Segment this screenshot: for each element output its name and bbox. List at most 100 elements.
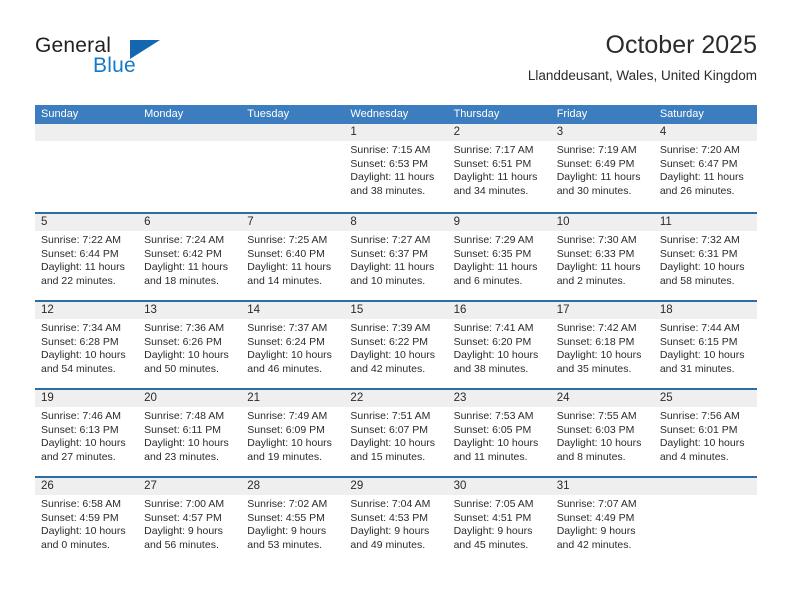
- day-cell[interactable]: 9 Sunrise: 7:29 AM Sunset: 6:35 PM Daylight…: [447, 214, 551, 300]
- daylight-text-line1: Daylight: 10 hours: [41, 525, 126, 538]
- day-cell[interactable]: 1 Sunrise: 7:15 AM Sunset: 6:53 PM Daylight…: [344, 124, 448, 212]
- daylight-text-line1: Daylight: 10 hours: [453, 437, 539, 450]
- sunrise-text: Sunrise: 7:53 AM: [453, 410, 534, 422]
- daylight-text-line1: Daylight: 10 hours: [350, 437, 436, 450]
- day-info: Sunrise: 7:34 AM Sunset: 6:28 PM Daylight:…: [35, 319, 138, 376]
- day-cell[interactable]: 24 Sunrise: 7:55 AM Sunset: 6:03 PM Dayligh…: [550, 390, 654, 476]
- day-number-strip: 25: [653, 390, 757, 407]
- day-cell[interactable]: 3 Sunrise: 7:19 AM Sunset: 6:49 PM Daylight…: [550, 124, 654, 212]
- sunset-text: Sunset: 4:57 PM: [144, 511, 222, 524]
- day-info: Sunrise: 7:55 AM Sunset: 6:03 PM Daylight:…: [551, 407, 654, 464]
- day-cell[interactable]: 21 Sunrise: 7:49 AM Sunset: 6:09 PM Dayligh…: [241, 390, 345, 476]
- day-number-strip: 16: [447, 302, 551, 319]
- sunrise-text: Sunrise: 7:42 AM: [556, 322, 637, 334]
- day-number: 17: [556, 304, 570, 316]
- day-cell[interactable]: 10 Sunrise: 7:30 AM Sunset: 6:33 PM Dayligh…: [550, 214, 654, 300]
- day-cell[interactable]: 23 Sunrise: 7:53 AM Sunset: 6:05 PM Dayligh…: [447, 390, 551, 476]
- daylight-text-line1: Daylight: 11 hours: [144, 261, 228, 274]
- sunset-text: Sunset: 4:59 PM: [41, 511, 119, 524]
- day-number: 20: [144, 392, 157, 404]
- calendar-week-row: 5 Sunrise: 7:22 AM Sunset: 6:44 PM Daylight…: [35, 212, 757, 300]
- day-cell[interactable]: 31 Sunrise: 7:07 AM Sunset: 4:49 PM Dayligh…: [550, 478, 654, 564]
- daylight-text-line2: and 22 minutes.: [41, 274, 116, 287]
- day-number-strip: 10: [550, 214, 654, 231]
- day-number-strip: [241, 124, 345, 141]
- sunrise-text: Sunrise: 7:37 AM: [247, 322, 328, 334]
- weekday-header-tuesday: Tuesday: [247, 108, 290, 120]
- daylight-text-line1: Daylight: 11 hours: [556, 261, 641, 274]
- daylight-text-line2: and 4 minutes.: [659, 450, 729, 463]
- sunrise-text: Sunrise: 7:00 AM: [144, 498, 225, 510]
- daylight-text-line1: Daylight: 10 hours: [41, 349, 126, 362]
- day-cell[interactable]: 12 Sunrise: 7:34 AM Sunset: 6:28 PM Dayligh…: [35, 302, 139, 388]
- day-cell[interactable]: 15 Sunrise: 7:39 AM Sunset: 6:22 PM Dayligh…: [344, 302, 448, 388]
- daylight-text-line1: Daylight: 10 hours: [659, 437, 745, 450]
- day-cell[interactable]: 20 Sunrise: 7:48 AM Sunset: 6:11 PM Dayligh…: [138, 390, 242, 476]
- day-number-strip: 20: [138, 390, 242, 407]
- day-number: 11: [659, 216, 672, 228]
- daylight-text-line2: and 50 minutes.: [144, 362, 219, 375]
- day-cell[interactable]: 25 Sunrise: 7:56 AM Sunset: 6:01 PM Dayligh…: [653, 390, 757, 476]
- day-info: Sunrise: 7:25 AM Sunset: 6:40 PM Daylight:…: [241, 231, 344, 288]
- day-cell[interactable]: 4 Sunrise: 7:20 AM Sunset: 6:47 PM Daylight…: [653, 124, 757, 212]
- day-cell[interactable]: 29 Sunrise: 7:04 AM Sunset: 4:53 PM Dayligh…: [344, 478, 448, 564]
- day-cell[interactable]: 14 Sunrise: 7:37 AM Sunset: 6:24 PM Dayligh…: [241, 302, 345, 388]
- sunrise-text: Sunrise: 7:24 AM: [144, 234, 225, 246]
- day-cell[interactable]: 27 Sunrise: 7:00 AM Sunset: 4:57 PM Dayligh…: [138, 478, 242, 564]
- day-number-strip: 19: [35, 390, 139, 407]
- day-number: 19: [41, 392, 54, 404]
- day-info: Sunrise: 7:07 AM Sunset: 4:49 PM Daylight:…: [551, 495, 654, 552]
- day-cell[interactable]: 18 Sunrise: 7:44 AM Sunset: 6:15 PM Dayligh…: [653, 302, 757, 388]
- day-info: Sunrise: 7:41 AM Sunset: 6:20 PM Daylight:…: [448, 319, 551, 376]
- sunset-text: Sunset: 6:20 PM: [453, 335, 532, 348]
- sunrise-text: Sunrise: 7:51 AM: [350, 410, 431, 422]
- sunset-text: Sunset: 6:13 PM: [41, 423, 119, 436]
- day-cell[interactable]: 7 Sunrise: 7:25 AM Sunset: 6:40 PM Daylight…: [241, 214, 345, 300]
- day-number: 16: [453, 304, 467, 316]
- daylight-text-line2: and 35 minutes.: [556, 362, 632, 375]
- sunset-text: Sunset: 6:01 PM: [659, 423, 738, 436]
- day-cell[interactable]: 13 Sunrise: 7:36 AM Sunset: 6:26 PM Dayligh…: [138, 302, 242, 388]
- day-cell[interactable]: 5 Sunrise: 7:22 AM Sunset: 6:44 PM Daylight…: [35, 214, 139, 300]
- day-cell[interactable]: 22 Sunrise: 7:51 AM Sunset: 6:07 PM Dayligh…: [344, 390, 448, 476]
- general-blue-logo[interactable]: General Blue: [35, 34, 235, 86]
- daylight-text-line2: and 56 minutes.: [144, 538, 219, 551]
- day-cell[interactable]: 30 Sunrise: 7:05 AM Sunset: 4:51 PM Dayligh…: [447, 478, 551, 564]
- day-info: Sunrise: 7:15 AM Sunset: 6:53 PM Daylight:…: [344, 141, 447, 198]
- day-cell[interactable]: 6 Sunrise: 7:24 AM Sunset: 6:42 PM Daylight…: [138, 214, 242, 300]
- day-info: Sunrise: 6:58 AM Sunset: 4:59 PM Daylight:…: [35, 495, 138, 552]
- day-number: 27: [144, 480, 157, 492]
- daylight-text-line1: Daylight: 11 hours: [350, 171, 435, 184]
- day-info: Sunrise: 7:29 AM Sunset: 6:35 PM Daylight:…: [448, 231, 551, 288]
- day-cell[interactable]: 17 Sunrise: 7:42 AM Sunset: 6:18 PM Dayligh…: [550, 302, 654, 388]
- daylight-text-line1: Daylight: 9 hours: [556, 525, 636, 538]
- day-number-strip: 31: [550, 478, 654, 495]
- day-cell[interactable]: 28 Sunrise: 7:02 AM Sunset: 4:55 PM Dayligh…: [241, 478, 345, 564]
- daylight-text-line1: Daylight: 10 hours: [659, 349, 745, 362]
- sunrise-text: Sunrise: 7:25 AM: [247, 234, 328, 246]
- daylight-text-line2: and 38 minutes.: [350, 184, 426, 197]
- sunset-text: Sunset: 6:26 PM: [144, 335, 222, 348]
- day-cell[interactable]: 11 Sunrise: 7:32 AM Sunset: 6:31 PM Dayligh…: [653, 214, 757, 300]
- sunset-text: Sunset: 6:07 PM: [350, 423, 429, 436]
- logo-text-blue: Blue: [93, 54, 136, 77]
- day-number-strip: 26: [35, 478, 139, 495]
- daylight-text-line1: Daylight: 10 hours: [659, 261, 745, 274]
- sunset-text: Sunset: 4:55 PM: [247, 511, 325, 524]
- day-number: 7: [247, 216, 254, 228]
- day-number-strip: 29: [344, 478, 448, 495]
- day-cell[interactable]: 8 Sunrise: 7:27 AM Sunset: 6:37 PM Daylight…: [344, 214, 448, 300]
- day-cell[interactable]: 2 Sunrise: 7:17 AM Sunset: 6:51 PM Daylight…: [447, 124, 551, 212]
- daylight-text-line1: Daylight: 9 hours: [247, 525, 327, 538]
- day-cell[interactable]: 16 Sunrise: 7:41 AM Sunset: 6:20 PM Dayligh…: [447, 302, 551, 388]
- calendar-week-row: 1 Sunrise: 7:15 AM Sunset: 6:53 PM Daylight…: [35, 124, 757, 212]
- daylight-text-line2: and 45 minutes.: [453, 538, 529, 551]
- sunset-text: Sunset: 6:22 PM: [350, 335, 429, 348]
- weekday-header-row: Sunday Monday Tuesday Wednesday Thursday…: [35, 105, 757, 124]
- weekday-header-friday: Friday: [556, 108, 588, 120]
- day-cell[interactable]: 26 Sunrise: 6:58 AM Sunset: 4:59 PM Dayligh…: [35, 478, 139, 564]
- day-cell[interactable]: 19 Sunrise: 7:46 AM Sunset: 6:13 PM Dayligh…: [35, 390, 139, 476]
- day-info: Sunrise: 7:49 AM Sunset: 6:09 PM Daylight:…: [241, 407, 344, 464]
- day-number-strip: 22: [344, 390, 448, 407]
- sunset-text: Sunset: 6:09 PM: [247, 423, 325, 436]
